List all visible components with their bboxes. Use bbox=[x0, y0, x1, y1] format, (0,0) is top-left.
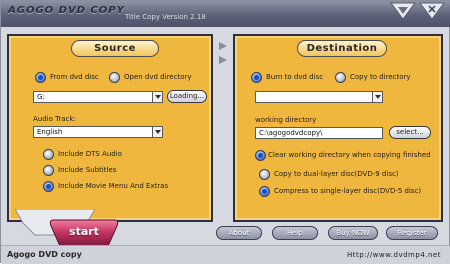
compress-single-layer-radio[interactable] bbox=[259, 186, 270, 197]
audio-track-value: English bbox=[37, 128, 63, 136]
start-button[interactable]: start bbox=[47, 218, 121, 248]
title-bar: AGOGO DVD COPY Title Copy Version 2.18 bbox=[1, 1, 450, 27]
loading-button[interactable]: Loading... bbox=[167, 90, 207, 103]
destination-drive-select[interactable] bbox=[255, 91, 383, 103]
include-dts-label: Include DTS Audio bbox=[58, 150, 122, 158]
minimize-button[interactable] bbox=[389, 1, 417, 21]
register-button[interactable]: Register bbox=[386, 226, 438, 240]
chevron-down-icon bbox=[372, 92, 382, 102]
copy-directory-label: Copy to directory bbox=[350, 73, 411, 81]
website-link[interactable]: Http://www.dvdmp4.net bbox=[347, 251, 441, 259]
about-button-label: About bbox=[228, 229, 250, 237]
copy-dual-layer-radio[interactable] bbox=[259, 169, 270, 180]
help-button-label: Help bbox=[287, 229, 303, 237]
audio-track-label: Audio Track: bbox=[33, 115, 76, 123]
panel-link-arrows bbox=[218, 39, 230, 69]
destination-header-label: Destination bbox=[306, 43, 378, 54]
select-button-label: select... bbox=[396, 128, 424, 136]
app-window: AGOGO DVD COPY Title Copy Version 2.18 S… bbox=[0, 0, 450, 264]
destination-panel: Destination Burn to dvd disc Copy to dir… bbox=[233, 34, 443, 222]
open-directory-radio[interactable] bbox=[109, 72, 120, 83]
chevron-down-icon bbox=[152, 127, 162, 137]
source-panel: Source From dvd disc Open dvd directory … bbox=[7, 34, 213, 222]
chevron-down-icon bbox=[152, 92, 162, 102]
version-label: Title Copy Version 2.18 bbox=[125, 13, 206, 21]
working-directory-label: working directory bbox=[255, 116, 317, 124]
buy-now-button-label: Buy NOW bbox=[336, 229, 370, 237]
window-buttons bbox=[389, 1, 447, 23]
buy-now-button[interactable]: Buy NOW bbox=[328, 226, 378, 240]
include-extras-label: Include Movie Menu And Extras bbox=[58, 182, 169, 190]
status-bar: Agogo DVD copy Http://www.dvdmp4.net bbox=[1, 245, 450, 264]
source-header: Source bbox=[71, 40, 159, 57]
arrow-right-icon bbox=[219, 42, 227, 64]
from-disc-label: From dvd disc bbox=[50, 73, 99, 81]
copy-directory-radio[interactable] bbox=[335, 72, 346, 83]
loading-button-label: Loading... bbox=[169, 92, 205, 100]
from-disc-radio[interactable] bbox=[35, 72, 46, 83]
burn-disc-radio[interactable] bbox=[251, 72, 262, 83]
about-button[interactable]: About bbox=[216, 226, 262, 240]
status-app-name: Agogo DVD copy bbox=[7, 250, 82, 259]
copy-dual-layer-label: Copy to dual-layer disc(DVD-9 disc) bbox=[274, 170, 399, 178]
destination-header: Destination bbox=[297, 40, 387, 57]
clear-working-directory-checkbox[interactable] bbox=[255, 150, 266, 161]
working-directory-input[interactable]: C:\agogodvdcopy\ bbox=[255, 127, 383, 139]
source-drive-select[interactable]: G: bbox=[33, 91, 163, 103]
brand-title: AGOGO DVD COPY bbox=[8, 5, 125, 16]
close-icon bbox=[419, 2, 445, 20]
clear-working-directory-label: Clear working directory when copying fin… bbox=[268, 151, 431, 159]
include-dts-checkbox[interactable] bbox=[43, 149, 54, 160]
compress-single-layer-label: Compress to single-layer disc(DVD-5 disc… bbox=[274, 187, 422, 195]
start-button-label: start bbox=[69, 225, 99, 238]
register-button-label: Register bbox=[397, 229, 427, 237]
select-button[interactable]: select... bbox=[389, 126, 431, 139]
working-directory-value: C:\agogodvdcopy\ bbox=[259, 129, 323, 137]
close-button[interactable] bbox=[418, 1, 446, 21]
include-extras-checkbox[interactable] bbox=[43, 181, 54, 192]
source-header-label: Source bbox=[94, 43, 136, 54]
audio-track-select[interactable]: English bbox=[33, 126, 163, 138]
burn-disc-label: Burn to dvd disc bbox=[266, 73, 324, 81]
open-directory-label: Open dvd directory bbox=[124, 73, 192, 81]
help-button[interactable]: Help bbox=[272, 226, 318, 240]
include-subtitles-label: Include Subtitles bbox=[58, 166, 117, 174]
minimize-icon bbox=[390, 2, 416, 20]
source-drive-value: G: bbox=[37, 93, 45, 101]
include-subtitles-checkbox[interactable] bbox=[43, 165, 54, 176]
